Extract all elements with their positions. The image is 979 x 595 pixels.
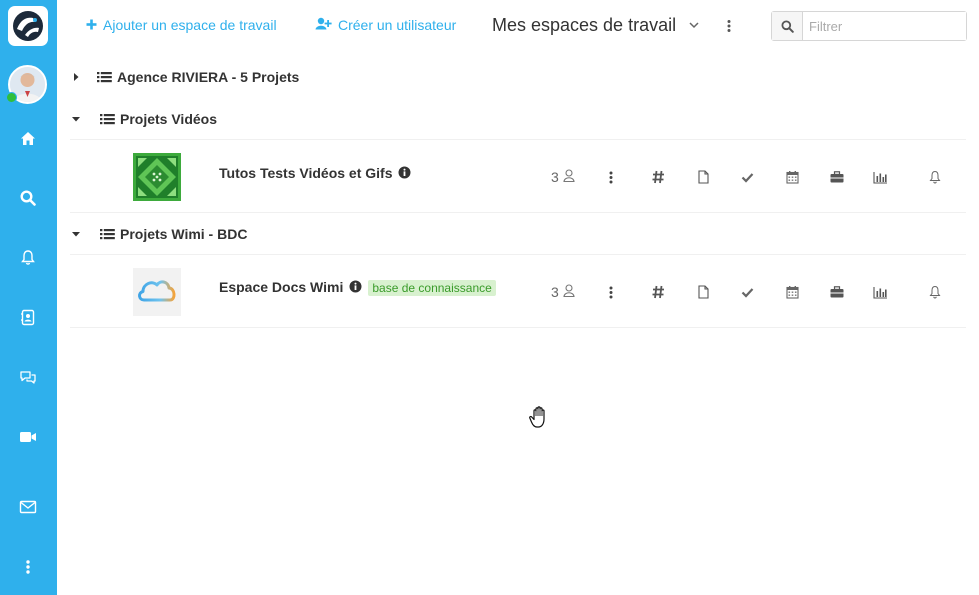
more-icon[interactable] xyxy=(15,554,41,580)
group-projets-videos[interactable]: Projets Vidéos xyxy=(70,111,217,127)
hand-cursor-icon xyxy=(527,403,555,431)
plus-icon xyxy=(86,17,97,33)
notification-bell-icon[interactable] xyxy=(929,282,941,302)
contacts-icon[interactable] xyxy=(15,304,41,330)
group-label: Projets Wimi - BDC xyxy=(120,226,248,242)
hashtag-icon[interactable] xyxy=(652,167,665,187)
members-count[interactable]: 3 xyxy=(551,167,575,187)
caret-down-icon[interactable] xyxy=(70,113,82,125)
group-agence-riviera[interactable]: Agence RIVIERA - 5 Projets xyxy=(70,69,299,85)
home-icon[interactable] xyxy=(15,125,41,151)
check-icon[interactable] xyxy=(741,282,754,302)
caret-right-icon[interactable] xyxy=(70,71,82,83)
filter-box xyxy=(771,11,967,41)
more-options-icon[interactable] xyxy=(609,282,613,302)
create-user-label: Créer un utilisateur xyxy=(338,17,457,33)
workspace-row[interactable]: Tutos Tests Vidéos et Gifs 3 xyxy=(70,153,966,217)
knowledge-base-tag: base de connaissance xyxy=(368,280,496,297)
workspace-name[interactable]: Espace Docs Wimi base de connaissance xyxy=(219,279,496,297)
briefcase-icon[interactable] xyxy=(830,167,844,187)
group-label: Agence RIVIERA - 5 Projets xyxy=(117,69,300,85)
add-workspace-button[interactable]: Ajouter un espace de travail xyxy=(86,17,277,33)
divider xyxy=(70,254,966,255)
sidebar xyxy=(0,0,57,595)
add-workspace-label: Ajouter un espace de travail xyxy=(103,17,277,33)
members-count[interactable]: 3 xyxy=(551,282,575,302)
briefcase-icon[interactable] xyxy=(830,282,844,302)
group-label: Projets Vidéos xyxy=(120,111,218,127)
user-icon xyxy=(563,169,575,185)
video-icon[interactable] xyxy=(15,424,41,450)
page-title: Mes espaces de travail xyxy=(492,15,677,35)
file-icon[interactable] xyxy=(698,282,709,302)
search-icon[interactable] xyxy=(772,12,803,40)
workspace-thumbnail[interactable] xyxy=(133,153,181,201)
more-options-icon[interactable] xyxy=(609,167,613,187)
add-user-icon xyxy=(315,17,332,33)
filter-input[interactable] xyxy=(803,12,966,40)
workspaces-menu-icon[interactable] xyxy=(724,17,734,35)
list-icon xyxy=(100,113,115,125)
toolbar: Ajouter un espace de travail Créer un ut… xyxy=(57,0,979,52)
list-icon xyxy=(100,228,115,240)
workspace-actions: 3 xyxy=(551,282,951,302)
chat-icon[interactable] xyxy=(15,364,41,390)
caret-down-icon[interactable] xyxy=(70,228,82,240)
divider xyxy=(70,139,966,140)
info-icon[interactable] xyxy=(398,166,411,182)
search-icon[interactable] xyxy=(15,185,41,211)
hashtag-icon[interactable] xyxy=(652,282,665,302)
file-icon[interactable] xyxy=(698,167,709,187)
app-logo[interactable] xyxy=(8,6,48,46)
calendar-icon[interactable] xyxy=(786,282,799,302)
list-icon xyxy=(97,71,112,83)
divider xyxy=(70,327,966,328)
user-icon xyxy=(563,284,575,300)
notification-bell-icon[interactable] xyxy=(929,167,941,187)
stats-icon[interactable] xyxy=(873,167,888,187)
info-icon[interactable] xyxy=(349,280,362,296)
workspace-name[interactable]: Tutos Tests Vidéos et Gifs xyxy=(219,165,411,182)
check-icon[interactable] xyxy=(741,167,754,187)
chevron-down-icon[interactable] xyxy=(687,18,701,32)
bell-icon[interactable] xyxy=(15,244,41,270)
group-projets-wimi-bdc[interactable]: Projets Wimi - BDC xyxy=(70,226,247,242)
online-status-dot xyxy=(6,92,17,103)
divider xyxy=(70,212,966,213)
calendar-icon[interactable] xyxy=(786,167,799,187)
stats-icon[interactable] xyxy=(873,282,888,302)
workspace-actions: 3 xyxy=(551,167,951,187)
mail-icon[interactable] xyxy=(15,494,41,520)
workspace-row[interactable]: Espace Docs Wimi base de connaissance 3 xyxy=(70,268,966,332)
create-user-button[interactable]: Créer un utilisateur xyxy=(315,17,456,33)
workspace-thumbnail[interactable] xyxy=(133,268,181,316)
